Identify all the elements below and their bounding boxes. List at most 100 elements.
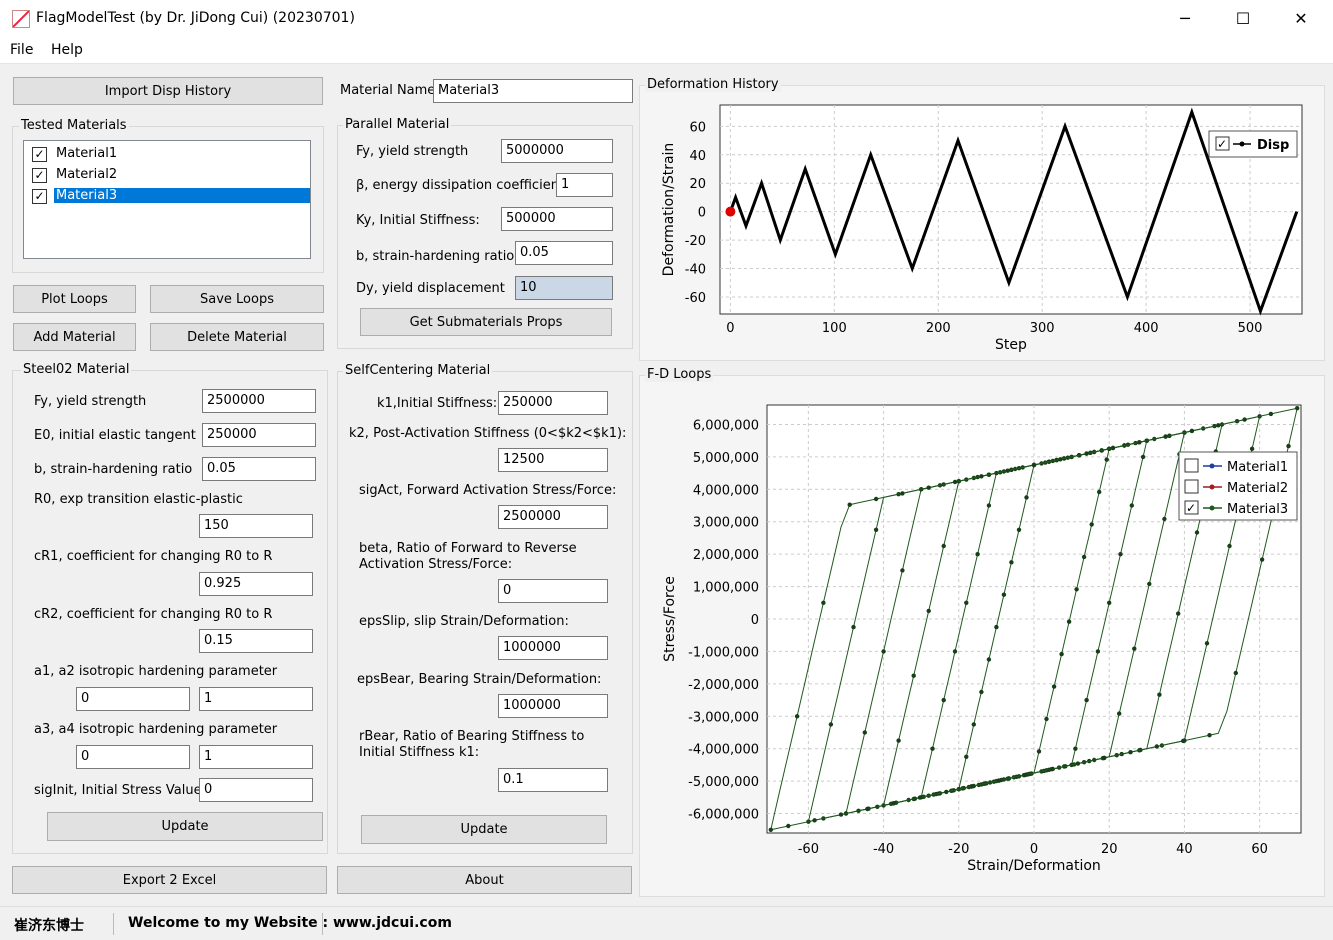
loop-point (891, 801, 896, 806)
loop-point (1163, 434, 1168, 439)
fy-input[interactable]: 2500000 (202, 389, 316, 413)
export-excel-button[interactable]: Export 2 Excel (12, 866, 327, 894)
x-tick-label: 500 (1238, 321, 1263, 336)
cr1-input[interactable]: 0.925 (199, 572, 313, 596)
a2-input[interactable]: 1 (199, 687, 313, 711)
k2-label: k2, Post-Activation Stiffness (0<$k2<$k1… (349, 426, 627, 441)
a1-input[interactable]: 0 (76, 687, 190, 711)
list-item[interactable]: ✓ Material1 (26, 144, 308, 165)
beta-label-line1: beta, Ratio of Forward to Reverse (359, 541, 577, 556)
deformation-history-title: Deformation History (645, 77, 781, 92)
e0-label: E0, initial elastic tangent (34, 428, 196, 443)
fy-label: Fy, yield strength (34, 394, 147, 409)
selfcentering-update-button[interactable]: Update (361, 815, 607, 844)
deformation-history-chart[interactable]: 0 100 200 300 400 5006040200-20-40-60 Step De… (639, 95, 1325, 361)
close-button[interactable]: ✕ (1272, 0, 1330, 38)
k2-input[interactable]: 12500 (498, 448, 608, 472)
loop-point (964, 600, 969, 605)
menu-help[interactable]: Help (51, 42, 83, 58)
delete-material-button[interactable]: Delete Material (150, 323, 324, 351)
list-item-label: Material3 (54, 188, 310, 203)
y-tick-label: -4,000,000 (688, 743, 759, 758)
x-axis-label: Strain/Deformation (967, 858, 1101, 874)
materials-listbox[interactable]: ✓ Material1 ✓ Material2 ✓ Material3 (23, 140, 311, 259)
checkbox[interactable]: ✓ (32, 168, 47, 183)
loop-point (900, 568, 905, 573)
loop-point (926, 608, 931, 614)
status-bar: 崔济东博士 Welcome to my Website : www.jdcui.… (0, 906, 1333, 940)
y-tick-label: 0 (698, 206, 706, 221)
b-input[interactable]: 0.05 (202, 457, 316, 481)
parallel-material-title: Parallel Material (343, 117, 452, 132)
a34-label: a3, a4 isotropic hardening parameter (34, 722, 278, 737)
checkbox[interactable]: ✓ (32, 189, 47, 204)
steel02-update-button[interactable]: Update (47, 812, 323, 841)
import-disp-history-button[interactable]: Import Disp History (13, 77, 323, 105)
loop-point (1194, 530, 1200, 535)
a12-label: a1, a2 isotropic hardening parameter (34, 664, 278, 679)
p-fy-input[interactable]: 5000000 (501, 139, 613, 163)
y-axis-label: Deformation/Strain (661, 143, 677, 277)
x-tick-label: 20 (1101, 842, 1118, 857)
add-material-button[interactable]: Add Material (13, 323, 136, 351)
y-tick-label: -6,000,000 (688, 808, 759, 823)
beta-input[interactable]: 0 (498, 579, 608, 603)
loop-point (952, 649, 958, 654)
steel02-title: Steel02 Material (21, 362, 132, 377)
legend[interactable]: ✓ Disp (1208, 130, 1298, 158)
minimize-button[interactable]: ─ (1156, 0, 1214, 38)
p-b-input[interactable]: 0.05 (515, 241, 613, 265)
legend-checkbox[interactable] (1184, 458, 1199, 473)
k1-input[interactable]: 250000 (498, 391, 608, 415)
loop-point (917, 795, 923, 800)
legend-label: Material1 (1227, 460, 1288, 475)
p-dy-label: Dy, yield displacement (356, 281, 505, 296)
e0-input[interactable]: 250000 (202, 423, 316, 447)
p-ky-input[interactable]: 500000 (501, 207, 613, 231)
legend[interactable]: Material1 Material2 ✓ Material3 (1178, 451, 1298, 521)
x-tick-label: 200 (926, 321, 951, 336)
save-loops-button[interactable]: Save Loops (150, 285, 324, 313)
loop-point (944, 789, 949, 795)
epsbear-input[interactable]: 1000000 (498, 694, 608, 718)
loop-point (900, 491, 905, 496)
maximize-button[interactable]: ☐ (1214, 0, 1272, 38)
p-dy-input[interactable]: 10 (515, 276, 613, 300)
siginit-input[interactable]: 0 (199, 778, 313, 802)
p-fy-label: Fy, yield strength (356, 144, 469, 159)
r0-label: R0, exp transition elastic-plastic (34, 492, 243, 507)
menu-file[interactable]: File (10, 42, 33, 58)
list-item[interactable]: ✓ Material2 (26, 165, 308, 186)
rbear-input[interactable]: 0.1 (498, 768, 608, 792)
loop-point (1140, 454, 1146, 460)
plot-loops-button[interactable]: Plot Loops (13, 285, 136, 313)
loop-point (952, 479, 958, 485)
sigact-input[interactable]: 2500000 (498, 505, 608, 529)
loop-point (1162, 516, 1167, 522)
r0-input[interactable]: 150 (199, 514, 313, 538)
epsslip-input[interactable]: 1000000 (498, 636, 608, 660)
list-item-selected[interactable]: ✓ Material3 (26, 186, 310, 207)
status-url[interactable]: www.jdcui.com (333, 915, 452, 931)
fd-loops-chart[interactable]: -60 -40 -20 0 20 40 60 6,000,000 5,000,000 4,000,… (639, 385, 1325, 897)
loop-point (994, 624, 999, 630)
loop-point (1128, 750, 1133, 755)
loop-point (1233, 670, 1238, 676)
loop-point (1207, 733, 1212, 738)
loop-point (1286, 443, 1291, 449)
a4-input[interactable]: 1 (199, 745, 313, 769)
cr2-input[interactable]: 0.15 (199, 629, 313, 653)
loop-point (1074, 587, 1079, 592)
p-beta-input[interactable]: 1 (556, 173, 613, 197)
legend-checkbox[interactable] (1184, 479, 1199, 494)
about-button[interactable]: About (337, 866, 632, 894)
y-tick-label: 2,000,000 (693, 548, 759, 563)
material-name-input[interactable]: Material3 (433, 79, 633, 103)
epsslip-label: epsSlip, slip Strain/Deformation: (359, 614, 569, 629)
checkbox[interactable]: ✓ (32, 147, 47, 162)
loop-point (1044, 716, 1049, 722)
loop-point (1089, 522, 1094, 527)
a3-input[interactable]: 0 (76, 745, 190, 769)
loop-point (862, 730, 867, 735)
get-submaterials-props-button[interactable]: Get Submaterials Props (360, 308, 612, 336)
